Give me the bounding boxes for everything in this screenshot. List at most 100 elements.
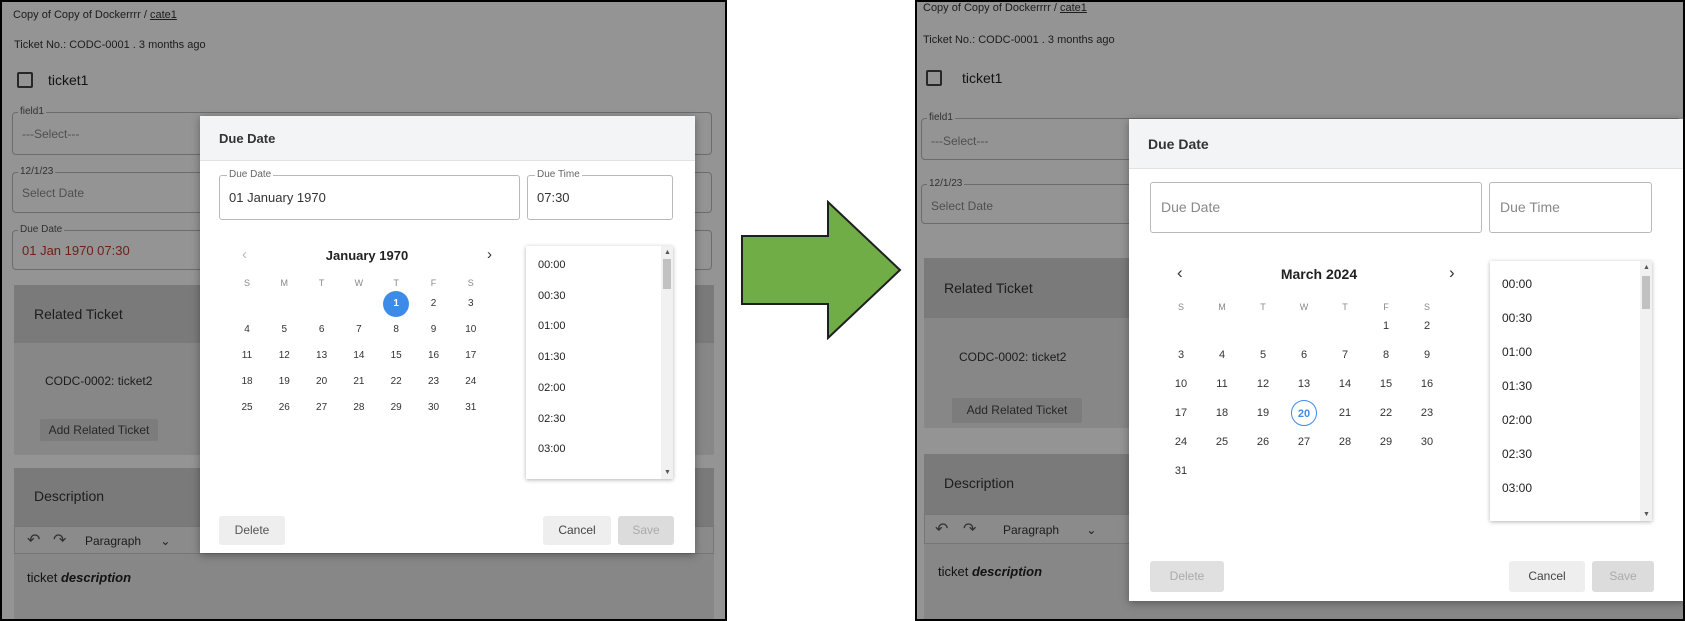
calendar-day[interactable]: 29 <box>1373 429 1399 455</box>
calendar-day[interactable]: 29 <box>383 395 409 421</box>
calendar-day[interactable]: 20 <box>1291 400 1317 426</box>
calendar-day[interactable]: 1 <box>383 291 410 317</box>
calendar-day[interactable]: 21 <box>346 369 372 395</box>
time-option[interactable]: 01:00 <box>1502 345 1532 359</box>
calendar-day[interactable]: 12 <box>271 343 297 369</box>
time-option[interactable]: 00:00 <box>1502 277 1532 291</box>
cancel-button[interactable]: Cancel <box>1509 561 1585 592</box>
calendar-day[interactable]: 4 <box>1209 342 1235 368</box>
time-list-scrollbar[interactable]: ▲ ▼ <box>661 246 673 479</box>
calendar-day[interactable]: 15 <box>383 343 409 369</box>
calendar-day[interactable]: 2 <box>421 291 447 317</box>
time-option[interactable]: 00:30 <box>538 290 566 302</box>
calendar-day[interactable]: 16 <box>421 343 447 369</box>
calendar-day[interactable]: 10 <box>458 317 484 343</box>
time-option[interactable]: 03:00 <box>538 443 566 455</box>
calendar-day[interactable]: 21 <box>1332 400 1358 426</box>
due-time-input[interactable]: Due Time 07:30 <box>527 169 673 220</box>
calendar-day[interactable]: 17 <box>1168 400 1194 426</box>
time-option[interactable]: 02:30 <box>1502 447 1532 461</box>
calendar-day[interactable]: 19 <box>1250 400 1276 426</box>
calendar-day[interactable]: 14 <box>346 343 372 369</box>
calendar-day[interactable]: 6 <box>309 317 335 343</box>
calendar-day[interactable]: 10 <box>1168 371 1194 397</box>
calendar-day[interactable]: 15 <box>1373 371 1399 397</box>
time-option[interactable]: 02:00 <box>1502 413 1532 427</box>
time-option[interactable]: 00:00 <box>538 259 566 271</box>
scrollbar-thumb[interactable] <box>663 259 671 289</box>
time-list[interactable]: ▲ ▼ 00:00 00:30 01:00 01:30 02:00 02:30 03:00 <box>1490 261 1652 521</box>
calendar-day[interactable]: 9 <box>421 317 447 343</box>
due-date-input[interactable]: Due Date <box>1150 182 1482 233</box>
calendar-day[interactable]: 30 <box>421 395 447 421</box>
calendar-day[interactable]: 19 <box>271 369 297 395</box>
calendar-day[interactable]: 14 <box>1332 371 1358 397</box>
calendar-day[interactable]: 8 <box>383 317 409 343</box>
time-option[interactable]: 00:30 <box>1502 311 1532 325</box>
time-list-scrollbar[interactable]: ▲ ▼ <box>1640 261 1652 521</box>
calendar-day[interactable]: 17 <box>458 343 484 369</box>
calendar-day[interactable]: 13 <box>1291 371 1317 397</box>
calendar-day[interactable]: 27 <box>309 395 335 421</box>
calendar-day[interactable]: 2 <box>1414 313 1440 339</box>
calendar-day[interactable]: 26 <box>271 395 297 421</box>
chevron-right-icon[interactable]: › <box>1449 264 1455 281</box>
calendar-day[interactable]: 25 <box>1209 429 1235 455</box>
calendar-day[interactable]: 9 <box>1414 342 1440 368</box>
calendar-day[interactable]: 16 <box>1414 371 1440 397</box>
calendar-day[interactable]: 18 <box>1209 400 1235 426</box>
time-option[interactable]: 02:00 <box>538 382 566 394</box>
scrollbar-thumb[interactable] <box>1642 276 1650 309</box>
calendar-day[interactable]: 18 <box>234 369 260 395</box>
calendar-day[interactable]: 13 <box>309 343 335 369</box>
calendar-day[interactable]: 31 <box>1168 458 1194 484</box>
cancel-button[interactable]: Cancel <box>543 516 611 545</box>
calendar-day[interactable]: 7 <box>346 317 372 343</box>
time-list[interactable]: ▲ ▼ 00:00 00:30 01:00 01:30 02:00 02:30 03:00 <box>526 246 673 479</box>
calendar-day[interactable]: 27 <box>1291 429 1317 455</box>
save-button[interactable]: Save <box>618 516 674 545</box>
delete-button[interactable]: Delete <box>1150 561 1224 592</box>
calendar-day[interactable]: 20 <box>309 369 335 395</box>
due-time-input[interactable]: Due Time <box>1489 182 1652 233</box>
scroll-down-icon[interactable]: ▼ <box>664 469 671 476</box>
calendar-day[interactable]: 24 <box>1168 429 1194 455</box>
calendar-day[interactable]: 4 <box>234 317 260 343</box>
calendar-day[interactable]: 6 <box>1291 342 1317 368</box>
calendar-day[interactable]: 25 <box>234 395 260 421</box>
calendar-day[interactable]: 5 <box>1250 342 1276 368</box>
calendar-day[interactable]: 1 <box>1373 313 1399 339</box>
time-option[interactable]: 02:30 <box>538 413 566 425</box>
chevron-right-icon[interactable]: › <box>487 247 492 262</box>
due-date-input[interactable]: Due Date 01 January 1970 <box>219 169 520 220</box>
calendar-day[interactable]: 5 <box>271 317 297 343</box>
calendar-day[interactable]: 12 <box>1250 371 1276 397</box>
calendar-day[interactable]: 28 <box>346 395 372 421</box>
calendar-day[interactable]: 22 <box>1373 400 1399 426</box>
calendar-day[interactable]: 26 <box>1250 429 1276 455</box>
scroll-down-icon[interactable]: ▼ <box>1643 511 1650 518</box>
calendar-day[interactable]: 22 <box>383 369 409 395</box>
calendar-day[interactable]: 23 <box>421 369 447 395</box>
calendar-day[interactable]: 11 <box>1209 371 1235 397</box>
chevron-left-icon[interactable]: ‹ <box>1177 264 1183 281</box>
calendar-day[interactable]: 8 <box>1373 342 1399 368</box>
calendar-day[interactable]: 30 <box>1414 429 1440 455</box>
calendar-day[interactable]: 3 <box>458 291 484 317</box>
delete-button[interactable]: Delete <box>219 516 285 545</box>
calendar-day[interactable]: 28 <box>1332 429 1358 455</box>
calendar-day[interactable]: 7 <box>1332 342 1358 368</box>
time-option[interactable]: 01:30 <box>1502 379 1532 393</box>
scroll-up-icon[interactable]: ▲ <box>1643 264 1650 271</box>
calendar-day[interactable]: 31 <box>458 395 484 421</box>
chevron-left-icon[interactable]: ‹ <box>242 247 247 262</box>
time-option[interactable]: 01:00 <box>538 320 566 332</box>
scroll-up-icon[interactable]: ▲ <box>664 249 671 256</box>
calendar-day[interactable]: 3 <box>1168 342 1194 368</box>
calendar-day[interactable]: 24 <box>458 369 484 395</box>
calendar-day[interactable]: 11 <box>234 343 260 369</box>
save-button[interactable]: Save <box>1592 561 1654 592</box>
time-option[interactable]: 03:00 <box>1502 481 1532 495</box>
time-option[interactable]: 01:30 <box>538 351 566 363</box>
calendar-day[interactable]: 23 <box>1414 400 1440 426</box>
